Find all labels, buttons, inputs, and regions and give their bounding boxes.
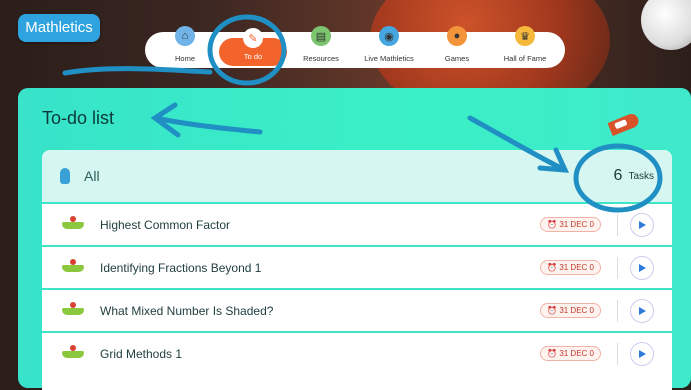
due-date-badge: ⏰ 31 DEC 0 [540,217,601,232]
nav-item-live-mathletics[interactable]: ◉ Live Mathletics [355,26,423,68]
globe-icon: ◉ [379,26,399,46]
task-name: What Mixed Number Is Shaded? [100,303,274,318]
island-icon [62,215,84,232]
home-icon: ⌂ [175,26,195,46]
divider [617,256,618,279]
play-button[interactable] [630,255,654,280]
task-row[interactable]: Identifying Fractions Beyond 1 ⏰ 31 DEC … [42,245,672,288]
task-count: 6 [613,167,623,184]
divider [617,299,618,322]
play-icon [639,349,646,358]
background-ball [641,0,691,50]
task-row[interactable]: Grid Methods 1 ⏰ 31 DEC 0 [42,331,672,374]
task-list: All 6 Tasks Highest Common Factor ⏰ 31 D… [42,150,672,390]
play-icon [639,306,646,315]
nav-item-hall-of-fame[interactable]: ♛ Hall of Fame [491,26,559,68]
play-button[interactable] [630,341,654,366]
arrow-to-todo [62,66,213,76]
play-button[interactable] [630,212,654,237]
trophy-icon: ♛ [515,26,535,46]
pencil-icon: ✎ [243,28,263,48]
due-date-badge: ⏰ 31 DEC 0 [540,260,601,275]
due-date-text: 31 DEC 0 [559,349,594,358]
nav-label: Home [174,54,195,63]
nav-label: Hall of Fame [503,54,547,63]
filter-label: All [84,168,100,184]
island-icon [62,258,84,275]
task-row[interactable]: Highest Common Factor ⏰ 31 DEC 0 [42,202,672,245]
play-icon [639,220,646,229]
divider [617,213,618,236]
task-name: Highest Common Factor [100,217,231,232]
task-count-label: Tasks [628,170,654,182]
nav-label: Resources [303,54,339,63]
main-nav: ⌂ Home ✎ To do ▤ Resources ◉ Live Mathle… [145,26,565,68]
ball-icon: ● [447,26,467,46]
nav-item-home[interactable]: ⌂ Home [151,26,219,68]
nav-label: To do [243,52,263,61]
island-icon [62,301,84,318]
nav-label: Games [444,54,470,63]
task-row[interactable]: What Mixed Number Is Shaded? ⏰ 31 DEC 0 [42,288,672,331]
task-name: Identifying Fractions Beyond 1 [100,260,262,275]
due-date-badge: ⏰ 31 DEC 0 [540,346,601,361]
mathletics-logo[interactable]: Mathletics [18,14,100,42]
nav-item-resources[interactable]: ▤ Resources [287,26,355,68]
task-name: Grid Methods 1 [100,346,183,361]
nav-item-todo[interactable]: ✎ To do [219,28,287,66]
microphone-icon [60,168,70,184]
resources-icon: ▤ [311,26,331,46]
nav-item-games[interactable]: ● Games [423,26,491,68]
play-icon [639,263,646,272]
due-date-text: 31 DEC 0 [559,263,594,272]
due-date-text: 31 DEC 0 [559,220,594,229]
page-title: To-do list [42,108,115,128]
due-date-text: 31 DEC 0 [559,306,594,315]
due-date-badge: ⏰ 31 DEC 0 [540,303,601,318]
nav-label: Live Mathletics [364,54,414,63]
island-icon [62,344,84,361]
play-button[interactable] [630,298,654,323]
divider [617,342,618,365]
list-header[interactable]: All 6 Tasks [42,150,672,202]
